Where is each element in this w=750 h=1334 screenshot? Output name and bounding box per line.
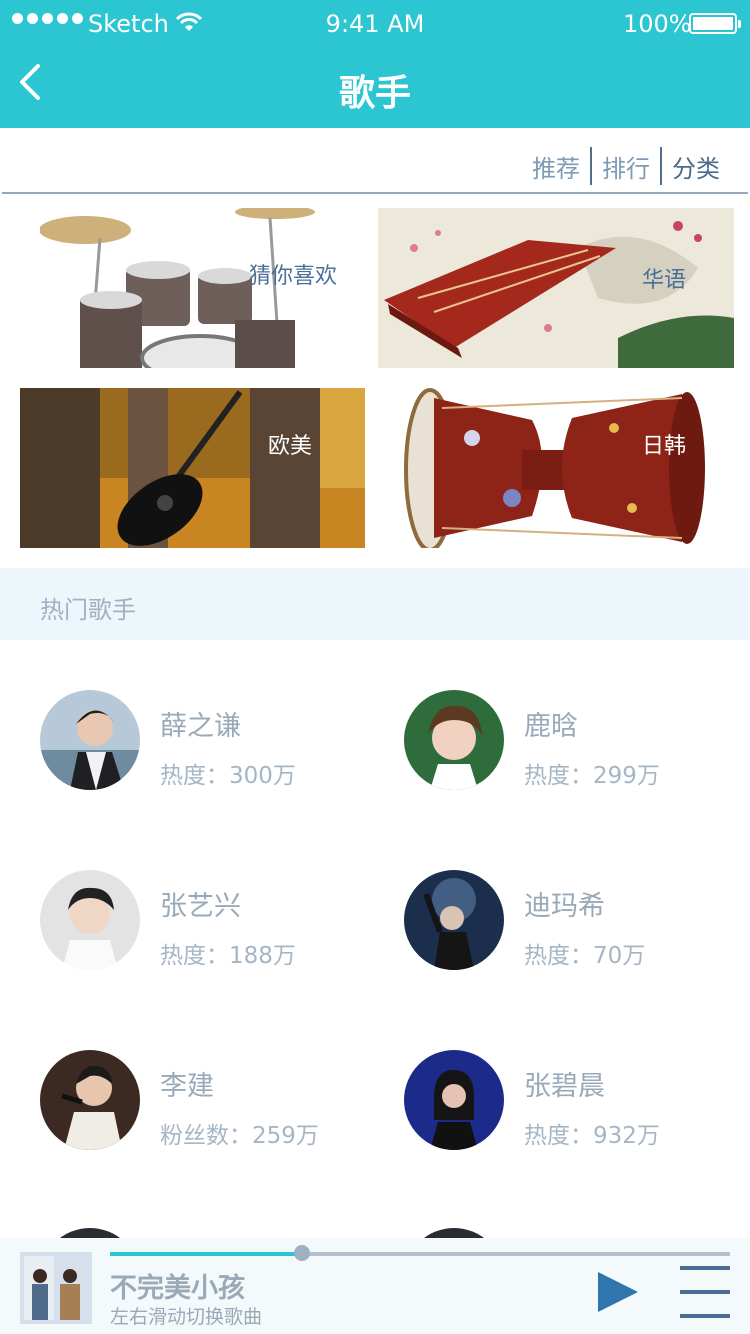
singer-heat: 粉丝数：259万 [160, 1123, 319, 1149]
singer-heat: 热度：299万 [524, 763, 660, 789]
swipe-hint: 左右滑动切换歌曲 [110, 1306, 263, 1328]
tab-category[interactable]: 分类 [662, 149, 730, 184]
play-icon[interactable] [596, 1272, 640, 1312]
avatar [40, 690, 140, 790]
progress-slider[interactable] [110, 1245, 730, 1261]
song-title: 不完美小孩 [110, 1273, 245, 1304]
category-tile-western[interactable]: 欧美 [20, 388, 365, 548]
singer-name: 迪玛希 [524, 891, 605, 922]
tab-bar: 推荐 排行 分类 [522, 146, 730, 186]
avatar [40, 1050, 140, 1150]
janggu-drum-image [404, 388, 705, 548]
category-tile-chinese[interactable]: 华语 [378, 208, 734, 368]
tab-recommend[interactable]: 推荐 [522, 149, 590, 184]
avatar [404, 870, 504, 970]
singer-item[interactable]: 张艺兴 热度：188万 [40, 870, 370, 980]
battery-percent: 100% [623, 10, 692, 38]
singer-heat: 热度：188万 [160, 943, 296, 969]
progress-knob[interactable] [294, 1245, 311, 1261]
singer-item[interactable]: 薛之谦 热度：300万 [40, 690, 370, 800]
avatar [404, 690, 504, 790]
guitar-forest-image [20, 388, 365, 548]
avatar [404, 1050, 504, 1150]
singer-name: 张艺兴 [160, 891, 241, 922]
category-label: 猜你喜欢 [249, 264, 338, 289]
battery-icon [689, 13, 741, 34]
album-cover [20, 1252, 92, 1324]
singer-name: 张碧晨 [524, 1071, 605, 1102]
tab-ranking[interactable]: 排行 [592, 149, 660, 184]
status-bar: Sketch 9:41 AM 100% [0, 0, 750, 48]
singer-item[interactable]: 鹿晗 热度：299万 [404, 690, 734, 800]
singer-item[interactable]: 李建 粉丝数：259万 [40, 1050, 370, 1160]
category-tile-guess-you-like[interactable]: 猜你喜欢 [40, 208, 345, 368]
progress-fill [110, 1252, 303, 1256]
tabs-divider-line [2, 192, 748, 194]
category-tile-japan-korea[interactable]: 日韩 [382, 388, 730, 548]
page-title: 歌手 [338, 73, 411, 114]
singer-heat: 热度：70万 [524, 943, 646, 969]
hot-singers-title: 热门歌手 [40, 596, 136, 624]
avatar [40, 870, 140, 970]
singer-heat: 热度：300万 [160, 763, 296, 789]
category-label: 日韩 [642, 434, 687, 459]
singer-item[interactable]: 迪玛希 热度：70万 [404, 870, 734, 980]
singer-heat: 热度：932万 [524, 1123, 660, 1149]
singer-page: Sketch 9:41 AM 100% 歌手 推荐 排行 分类 猜你喜欢 华语 … [0, 0, 750, 1334]
category-label: 欧美 [268, 434, 313, 459]
singer-name: 鹿晗 [524, 711, 578, 742]
singer-name: 薛之谦 [160, 711, 241, 742]
menu-icon[interactable] [680, 1266, 730, 1318]
mini-player[interactable]: 不完美小孩 左右滑动切换歌曲 [0, 1238, 750, 1334]
category-label: 华语 [642, 268, 687, 293]
hot-singers-header: 热门歌手 [0, 568, 750, 640]
singer-item[interactable]: 张碧晨 热度：932万 [404, 1050, 734, 1160]
header: Sketch 9:41 AM 100% 歌手 [0, 0, 750, 128]
singer-name: 李建 [160, 1071, 214, 1102]
